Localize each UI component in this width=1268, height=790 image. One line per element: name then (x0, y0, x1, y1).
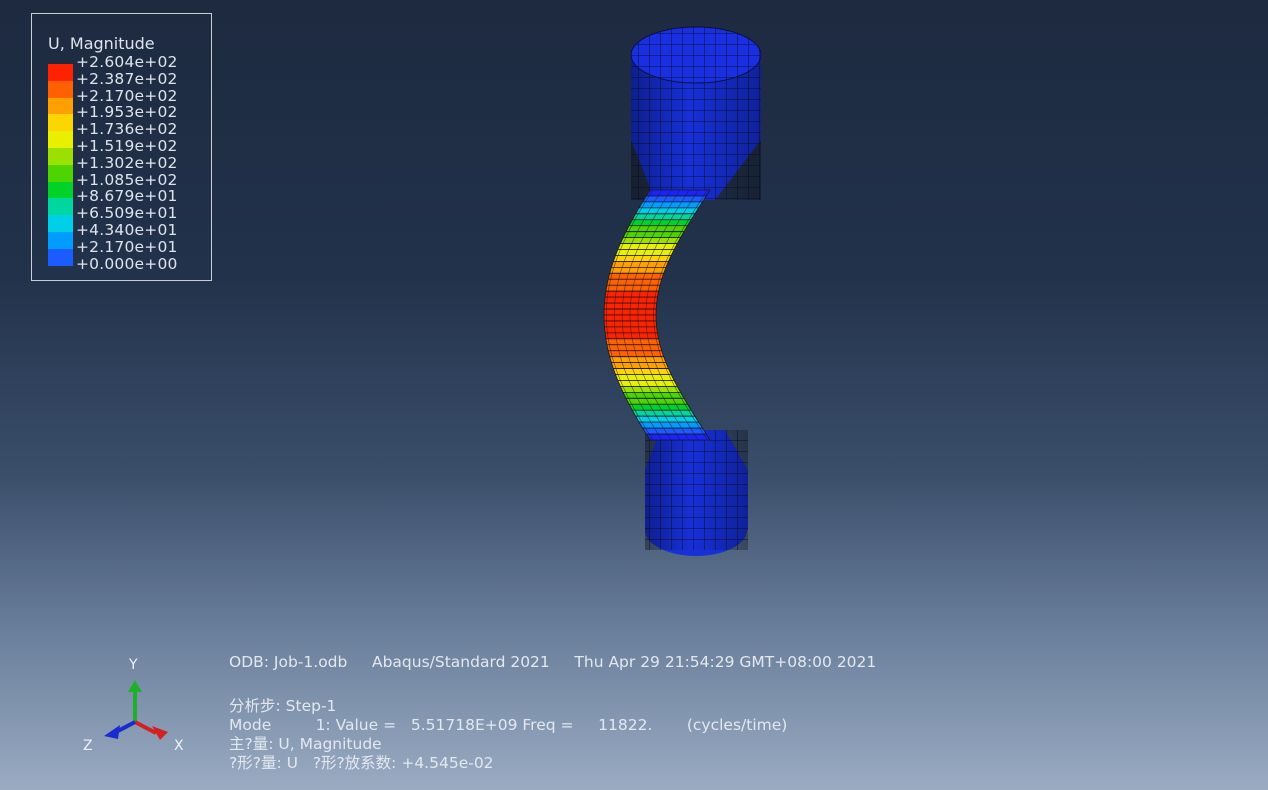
viewport[interactable]: U, Magnitude +2.604e+02 +2.387e+02 +2.17… (0, 0, 1268, 790)
odb-info-line: ODB: Job-1.odb Abaqus/Standard 2021 Thu … (229, 653, 877, 671)
x-axis-arrow (134, 720, 157, 735)
view-triad: Y Z X (83, 657, 184, 754)
top-grip-face-mesh (631, 27, 761, 83)
primary-variable-line: 主?量: U, Magnitude (229, 735, 382, 753)
mesh-body (603, 26, 762, 556)
z-axis-label: Z (83, 738, 93, 754)
step-info-line: 分析步: Step-1 (229, 697, 337, 715)
mode-info-line: Mode 1: Value = 5.51718E+09 Freq = 11822… (229, 716, 788, 734)
deformation-variable-line: ?形?量: U ?形?放系数: +4.545e-02 (229, 754, 494, 772)
y-axis-arrowhead (128, 680, 142, 692)
bottom-grip-shade (645, 430, 748, 550)
z-axis-arrowhead (104, 725, 120, 739)
x-axis-label: X (174, 738, 184, 754)
y-axis-label: Y (128, 657, 138, 673)
